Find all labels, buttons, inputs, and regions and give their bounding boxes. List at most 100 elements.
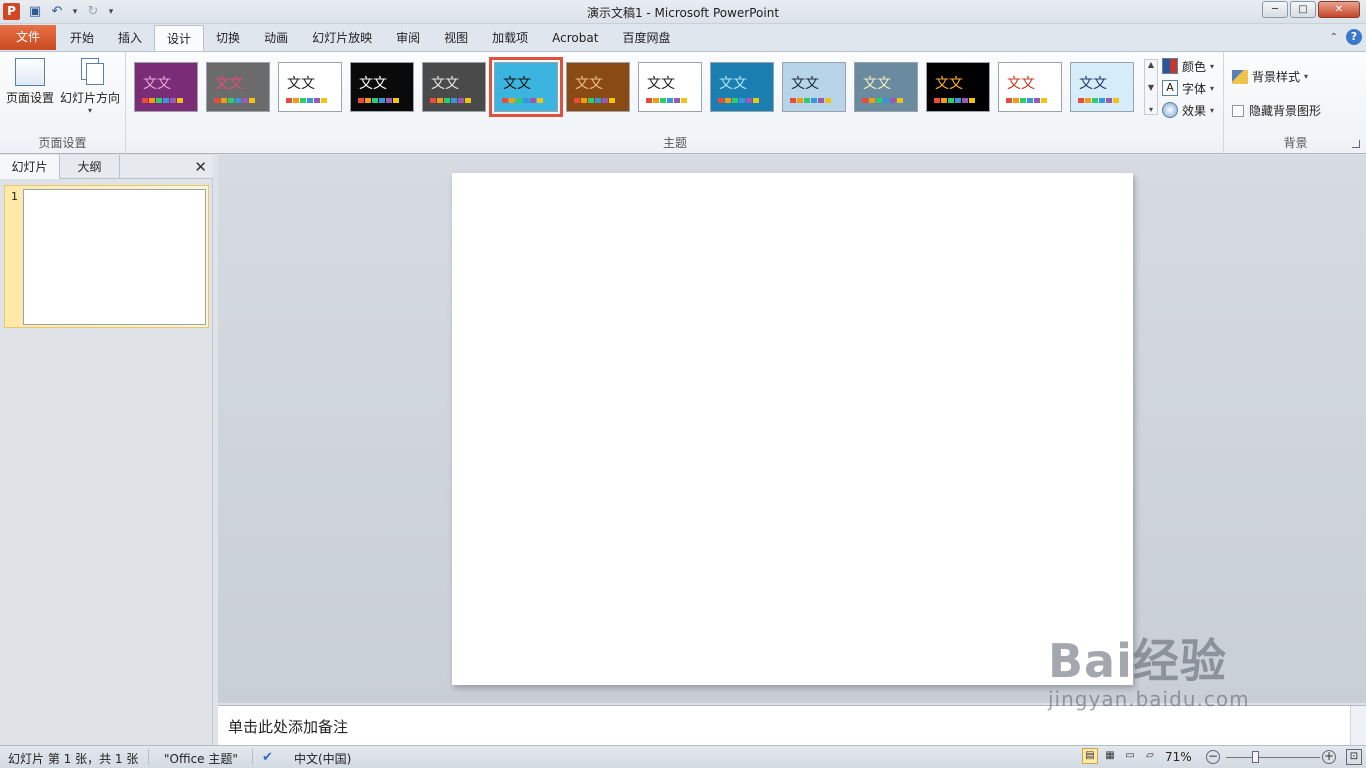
minimize-button[interactable]: ─ xyxy=(1262,1,1288,18)
theme-sample-text: 文文 xyxy=(935,76,963,92)
theme-color-swatches xyxy=(286,98,327,103)
theme-thumbnail[interactable]: 文文 xyxy=(782,62,846,112)
hide-background-graphics-checkbox[interactable]: 隐藏背景图形 xyxy=(1232,102,1321,119)
theme-thumbnail[interactable]: 文文 xyxy=(278,62,342,112)
theme-sample-text: 文文 xyxy=(1007,76,1035,92)
theme-thumbnail[interactable]: 文文 xyxy=(926,62,990,112)
chevron-down-icon: ▾ xyxy=(1210,83,1215,93)
slide-orientation-icon xyxy=(75,58,105,86)
fit-to-window-icon[interactable]: ⊡ xyxy=(1346,749,1362,765)
theme-thumbnail[interactable]: 文文 xyxy=(638,62,702,112)
tab-view[interactable]: 视图 xyxy=(432,25,480,51)
theme-sample-text: 文文 xyxy=(1079,76,1107,92)
slide-sorter-view-icon[interactable]: ▦ xyxy=(1102,748,1118,764)
tab-animations[interactable]: 动画 xyxy=(252,25,300,51)
theme-color-swatches xyxy=(214,98,255,103)
slide-editing-area xyxy=(218,155,1366,703)
notes-scrollbar[interactable] xyxy=(1350,706,1366,746)
tab-slideshow[interactable]: 幻灯片放映 xyxy=(300,25,384,51)
background-group-label: 背景 xyxy=(1283,136,1308,150)
theme-thumbnail[interactable]: 文文 xyxy=(710,62,774,112)
theme-fonts-button[interactable]: A 字体 ▾ xyxy=(1162,79,1214,97)
zoom-level[interactable]: 71% xyxy=(1165,750,1192,764)
page-setup-label: 页面设置 xyxy=(5,91,54,105)
title-bar: P ▣ ↶ ▾ ↻ ▾ 演示文稿1 - Microsoft PowerPoint… xyxy=(0,0,1366,24)
theme-thumbnail[interactable]: 文文 xyxy=(134,62,198,112)
zoom-out-icon[interactable]: − xyxy=(1206,750,1220,764)
slide-thumbnail[interactable] xyxy=(23,189,206,325)
slides-panel: 幻灯片 大纲 ✕ 1 xyxy=(0,155,213,745)
theme-thumbnail[interactable]: 文文 xyxy=(206,62,270,112)
theme-sample-text: 文文 xyxy=(215,76,243,92)
theme-sample-text: 文文 xyxy=(143,76,171,92)
font-icon: A xyxy=(1162,80,1178,96)
theme-sample-text: 文文 xyxy=(647,76,675,92)
theme-color-swatches xyxy=(790,98,831,103)
notes-placeholder[interactable]: 单击此处添加备注 xyxy=(228,716,348,737)
theme-effects-button[interactable]: 效果 ▾ xyxy=(1162,101,1214,119)
chevron-down-icon: ▾ xyxy=(1210,61,1215,71)
theme-name-status[interactable]: "Office 主题" xyxy=(164,750,238,767)
theme-thumbnail[interactable]: 文文 xyxy=(566,62,630,112)
minimize-ribbon-icon[interactable]: ⌃ xyxy=(1330,32,1338,43)
effects-icon xyxy=(1162,102,1178,118)
theme-color-swatches xyxy=(718,98,759,103)
normal-view-icon[interactable]: ▤ xyxy=(1082,748,1098,764)
tab-insert[interactable]: 插入 xyxy=(106,25,154,51)
theme-color-swatches xyxy=(1006,98,1047,103)
tab-home[interactable]: 开始 xyxy=(58,25,106,51)
slide-canvas[interactable] xyxy=(452,173,1133,685)
tab-design[interactable]: 设计 xyxy=(154,25,205,51)
theme-color-swatches xyxy=(502,98,543,103)
tab-acrobat[interactable]: Acrobat xyxy=(540,25,610,51)
spell-check-icon[interactable]: ✔ xyxy=(262,750,278,765)
status-bar: 幻灯片 第 1 张，共 1 张 "Office 主题" ✔ 中文(中国) ▤ ▦… xyxy=(0,745,1366,768)
slide-thumbnail-item[interactable]: 1 xyxy=(4,185,209,328)
slideshow-view-icon[interactable]: ▱ xyxy=(1142,748,1158,764)
zoom-in-icon[interactable]: + xyxy=(1322,750,1336,764)
theme-thumbnail[interactable]: 文文 xyxy=(422,62,486,112)
zoom-slider-handle[interactable] xyxy=(1252,751,1259,763)
page-setup-button[interactable]: 页面设置 xyxy=(4,58,56,106)
page-setup-icon xyxy=(15,58,45,86)
slide-orientation-button[interactable]: 幻灯片方向 ▾ xyxy=(58,58,122,115)
help-icon[interactable]: ? xyxy=(1346,29,1362,45)
theme-color-swatches xyxy=(430,98,471,103)
ribbon-tabs: 开始 插入 设计 切换 动画 幻灯片放映 审阅 视图 加载项 Acrobat 百… xyxy=(58,25,682,51)
theme-color-swatches xyxy=(934,98,975,103)
background-styles-button[interactable]: 背景样式 ▾ xyxy=(1232,68,1308,85)
tab-transitions[interactable]: 切换 xyxy=(204,25,252,51)
theme-sample-text: 文文 xyxy=(287,76,315,92)
maximize-button[interactable]: □ xyxy=(1290,1,1316,18)
tab-baidu-netdisk[interactable]: 百度网盘 xyxy=(610,25,682,51)
watermark-url: jingyan.baidu.com xyxy=(1048,687,1250,711)
theme-fonts-label: 字体 xyxy=(1182,81,1207,96)
theme-thumbnail[interactable]: 文文 xyxy=(350,62,414,112)
theme-thumbnail[interactable]: 文文 xyxy=(998,62,1062,112)
tab-file[interactable]: 文件 xyxy=(0,25,56,50)
panel-tabs: 幻灯片 大纲 ✕ xyxy=(0,155,213,179)
language-status[interactable]: 中文(中国) xyxy=(294,750,351,767)
tab-addins[interactable]: 加载项 xyxy=(480,25,540,51)
theme-thumbnail[interactable]: 文文 xyxy=(854,62,918,112)
theme-options: 颜色 ▾ A 字体 ▾ 效果 ▾ xyxy=(1162,57,1214,119)
gallery-more-icon[interactable]: ▾ xyxy=(1149,105,1153,114)
reading-view-icon[interactable]: ▭ xyxy=(1122,748,1138,764)
theme-thumbnail[interactable]: 文文 xyxy=(1070,62,1134,112)
tab-outline[interactable]: 大纲 xyxy=(60,155,120,179)
tab-slides[interactable]: 幻灯片 xyxy=(0,155,60,179)
close-button[interactable]: ✕ xyxy=(1318,1,1360,18)
zoom-slider[interactable] xyxy=(1226,757,1320,758)
gallery-up-icon[interactable]: ▲ xyxy=(1148,60,1154,69)
theme-color-swatches xyxy=(646,98,687,103)
theme-colors-button[interactable]: 颜色 ▾ xyxy=(1162,57,1214,75)
close-icon[interactable]: ✕ xyxy=(194,158,207,176)
checkbox-icon[interactable] xyxy=(1232,104,1244,117)
dialog-launcher-icon[interactable] xyxy=(1352,140,1360,148)
gallery-down-icon[interactable]: ▼ xyxy=(1148,83,1154,92)
window-title: 演示文稿1 - Microsoft PowerPoint xyxy=(586,6,780,20)
theme-gallery-scroll[interactable]: ▲ ▼ ▾ xyxy=(1144,59,1158,115)
theme-thumbnail[interactable]: 文文 xyxy=(489,57,563,117)
tab-review[interactable]: 审阅 xyxy=(384,25,432,51)
notes-pane[interactable]: 单击此处添加备注 xyxy=(218,705,1366,746)
